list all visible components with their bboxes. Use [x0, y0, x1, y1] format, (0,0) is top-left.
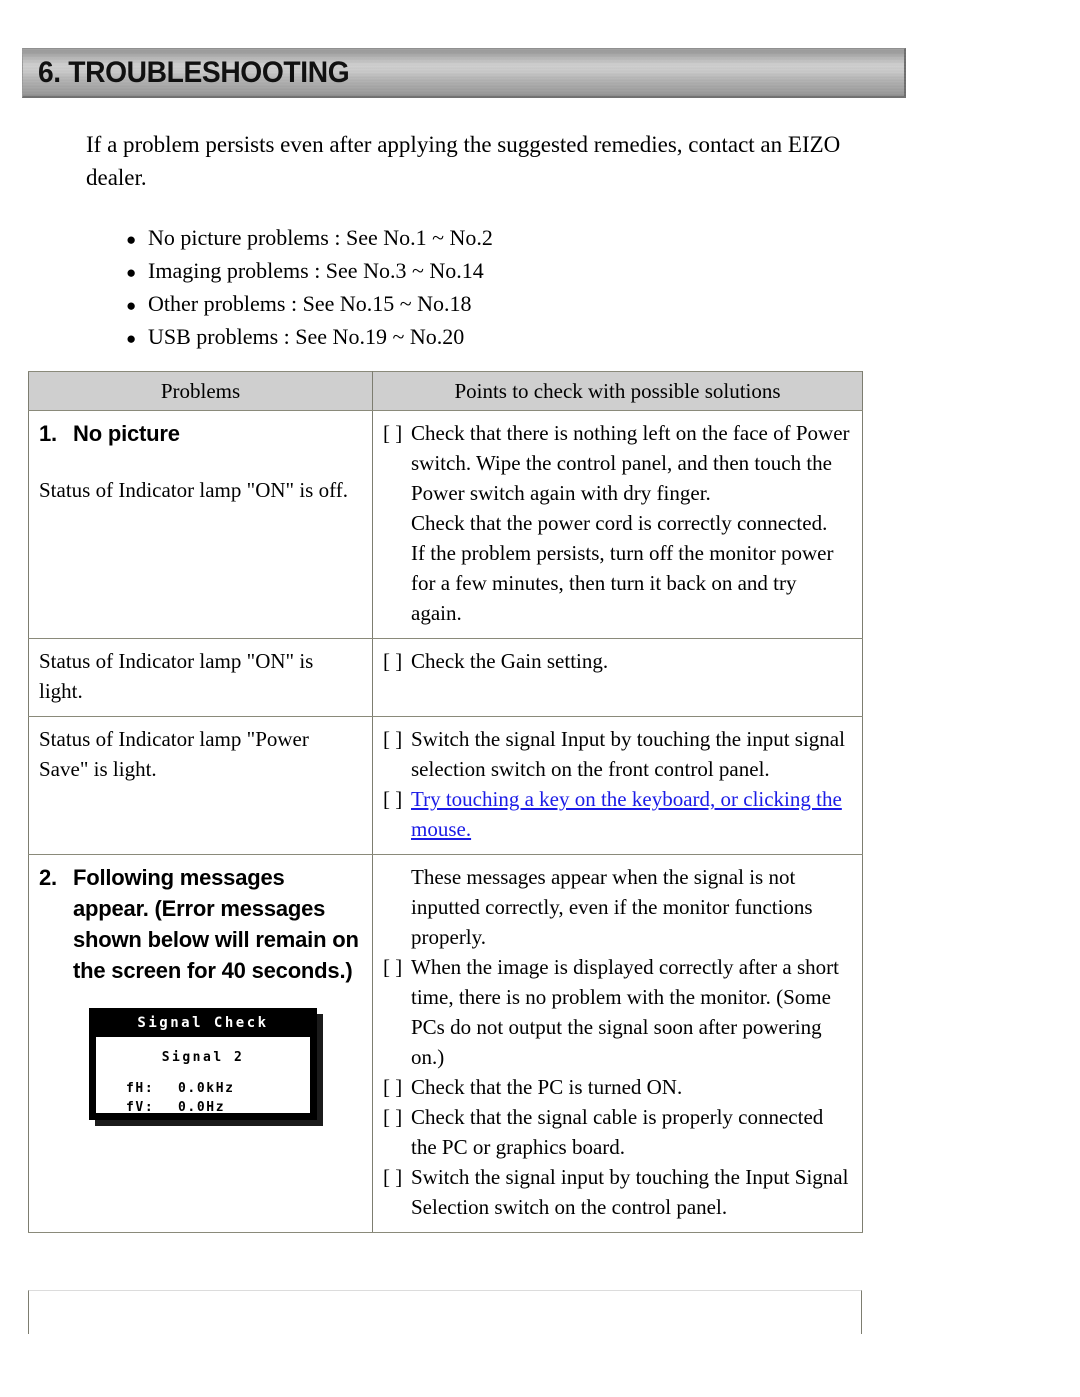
- checkbox-marker: [ ]: [383, 421, 403, 445]
- problem-heading-1: 1. No picture: [39, 418, 362, 449]
- check-item: [ ] When the image is displayed correctl…: [383, 952, 852, 1072]
- table-row: Status of Indicator lamp "Power Save" is…: [28, 716, 863, 855]
- checkbox-marker: [ ]: [383, 1165, 403, 1189]
- problem-title: No picture: [73, 421, 180, 446]
- problem-heading-2: 2. Following messages appear. (Error mes…: [39, 862, 362, 986]
- check-item: [ ] Check that the signal cable is prope…: [383, 1102, 852, 1162]
- check-item: [ ] Try touching a key on the keyboard, …: [383, 784, 852, 844]
- bullet-icon: ●: [126, 296, 137, 315]
- problem-subtitle: Status of Indicator lamp "ON" is off.: [39, 478, 348, 502]
- problem-number: 2.: [39, 865, 57, 890]
- check-text: Switch the signal input by touching the …: [411, 1165, 849, 1219]
- checkbox-marker: [ ]: [383, 787, 403, 811]
- problem-category-list: ● No picture problems : See No.1 ~ No.2 …: [126, 222, 866, 354]
- check-text: Check that the signal cable is properly …: [411, 1105, 824, 1159]
- check-item: [ ] Switch the signal Input by touching …: [383, 724, 852, 784]
- osd-fv-label: fV:: [126, 1100, 155, 1115]
- table-continuation-row: [28, 1290, 862, 1334]
- intro-paragraph: If a problem persists even after applyin…: [86, 132, 841, 190]
- solution-cell-2: [ ] Check the Gain setting.: [372, 638, 863, 717]
- check-text: Check that the PC is turned ON.: [411, 1075, 683, 1099]
- list-item: ● No picture problems : See No.1 ~ No.2: [126, 222, 866, 255]
- osd-signal-label: Signal 2: [161, 1050, 245, 1065]
- problem-title: Following messages appear. (Error messag…: [73, 865, 359, 983]
- problem-cell-1: 1. No picture Status of Indicator lamp "…: [28, 410, 373, 639]
- problem-number: 1.: [39, 421, 57, 446]
- table-row: 2. Following messages appear. (Error mes…: [28, 854, 863, 1233]
- checkbox-marker: [ ]: [383, 649, 403, 673]
- list-item-label: No picture problems : See No.1 ~ No.2: [148, 225, 493, 250]
- osd-title: Signal Check: [92, 1011, 314, 1035]
- problem-cell-4: 2. Following messages appear. (Error mes…: [28, 854, 373, 1233]
- checkbox-marker: [ ]: [383, 1105, 403, 1129]
- check-text: When the image is displayed correctly af…: [411, 955, 839, 1069]
- list-item-label: USB problems : See No.19 ~ No.20: [148, 324, 465, 349]
- page-title: 6. TROUBLESHOOTING: [38, 56, 350, 89]
- list-item: ● Imaging problems : See No.3 ~ No.14: [126, 255, 866, 288]
- osd-fv-row: fV: 0.0Hz: [126, 1098, 310, 1117]
- list-item-label: Imaging problems : See No.3 ~ No.14: [148, 258, 484, 283]
- osd-window: Signal Check Signal 2 fH: 0.0kHz fV: 0.0Hz: [89, 1008, 317, 1120]
- keyboard-mouse-link[interactable]: Try touching a key on the keyboard, or c…: [411, 784, 852, 844]
- check-text: If the problem persists, turn off the mo…: [411, 541, 834, 625]
- list-item-label: Other problems : See No.15 ~ No.18: [148, 291, 472, 316]
- solution-cell-4: [ ] These messages appear when the signa…: [372, 854, 863, 1233]
- problem-cell-2: Status of Indicator lamp "ON" is light.: [28, 638, 373, 717]
- solution-cell-3: [ ] Switch the signal Input by touching …: [372, 716, 863, 855]
- problem-description: Status of Indicator lamp "ON" is light.: [39, 649, 314, 703]
- solution-intro: [ ] These messages appear when the signa…: [383, 862, 852, 952]
- solution-intro-text: These messages appear when the signal is…: [411, 865, 813, 949]
- check-text: Check that the power cord is correctly c…: [411, 511, 828, 535]
- table-header-row: Problems Points to check with possible s…: [28, 371, 863, 411]
- check-item: [ ] Check that the power cord is correct…: [383, 508, 852, 538]
- bullet-icon: ●: [126, 263, 137, 282]
- check-item: [ ] Check that the PC is turned ON.: [383, 1072, 852, 1102]
- table-row: Status of Indicator lamp "ON" is light. …: [28, 638, 863, 717]
- bullet-icon: ●: [126, 230, 137, 249]
- osd-fh-row: fH: 0.0kHz: [126, 1079, 310, 1098]
- check-text: Check that there is nothing left on the …: [411, 421, 850, 505]
- osd-fh-label: fH:: [126, 1081, 155, 1096]
- osd-body: Signal 2 fH: 0.0kHz fV: 0.0Hz: [96, 1037, 310, 1115]
- checkbox-marker: [ ]: [383, 1075, 403, 1099]
- list-item: ● Other problems : See No.15 ~ No.18: [126, 288, 866, 321]
- page-title-banner: 6. TROUBLESHOOTING: [22, 48, 906, 98]
- table-row: 1. No picture Status of Indicator lamp "…: [28, 410, 863, 639]
- check-item: [ ] Check the Gain setting.: [383, 646, 852, 676]
- list-item: ● USB problems : See No.19 ~ No.20: [126, 321, 866, 354]
- check-item: [ ] If the problem persists, turn off th…: [383, 538, 852, 628]
- bullet-icon: ●: [126, 329, 137, 348]
- osd-fh-value: 0.0kHz: [178, 1081, 235, 1096]
- check-item: [ ] Switch the signal input by touching …: [383, 1162, 852, 1222]
- checkbox-marker: [ ]: [383, 955, 403, 979]
- checkbox-marker: [ ]: [383, 727, 403, 751]
- signal-check-osd-figure: Signal Check Signal 2 fH: 0.0kHz fV: 0.0Hz: [89, 1008, 323, 1126]
- osd-frequency-readout: fH: 0.0kHz fV: 0.0Hz: [96, 1079, 310, 1117]
- troubleshooting-table: Problems Points to check with possible s…: [28, 371, 863, 1233]
- check-item: [ ] Check that there is nothing left on …: [383, 418, 852, 508]
- solution-cell-1: [ ] Check that there is nothing left on …: [372, 410, 863, 639]
- check-text: Switch the signal Input by touching the …: [411, 727, 845, 781]
- check-text: Check the Gain setting.: [411, 649, 609, 673]
- problem-description: Status of Indicator lamp "Power Save" is…: [39, 727, 309, 781]
- problem-cell-3: Status of Indicator lamp "Power Save" is…: [28, 716, 373, 855]
- column-header-problems: Problems: [28, 371, 373, 411]
- osd-fv-value: 0.0Hz: [178, 1100, 226, 1115]
- column-header-solutions: Points to check with possible solutions: [372, 371, 863, 411]
